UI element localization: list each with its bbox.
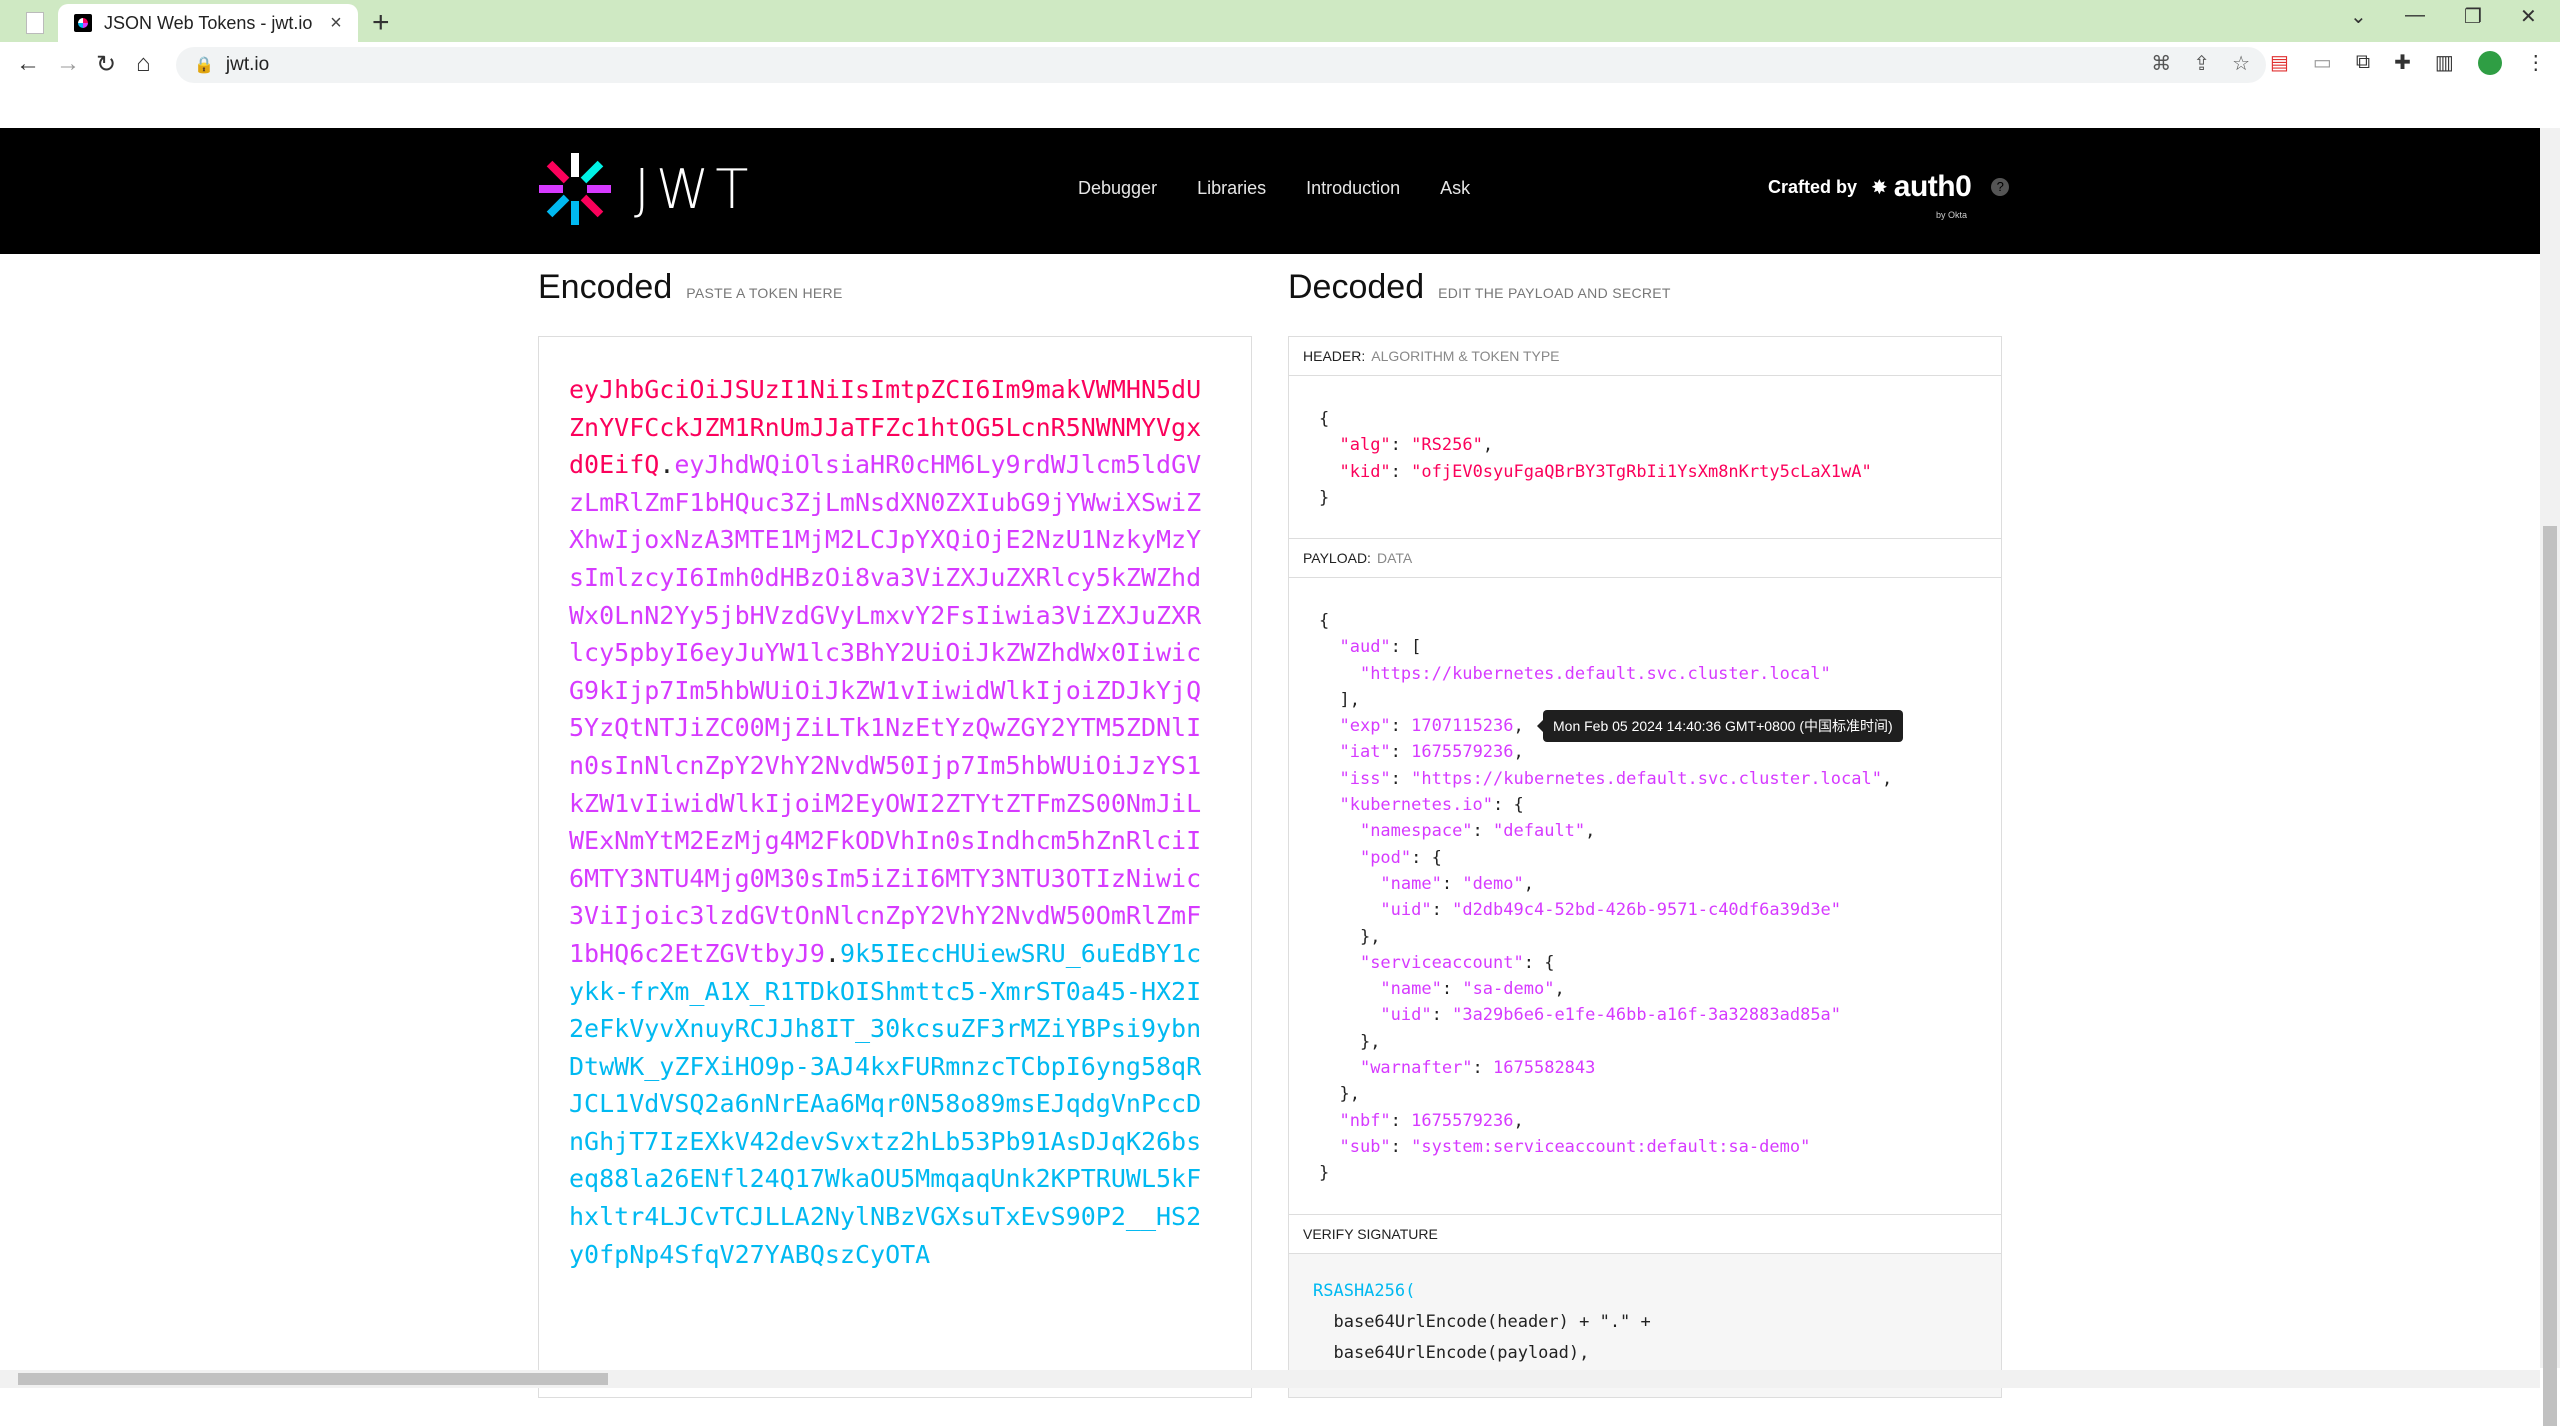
extension-gray-icon[interactable]: ▭ (2313, 50, 2332, 75)
translate-icon[interactable]: ⌘ (2151, 51, 2171, 76)
payload-json-editor[interactable]: { "aud": [ "https://kubernetes.default.s… (1289, 578, 2001, 1215)
back-arrow-icon[interactable]: ← (16, 50, 40, 78)
share-icon[interactable]: ⇪ (2193, 51, 2210, 76)
header-label: HEADER: (1303, 348, 1366, 364)
header-json[interactable]: { "alg": "RS256", "kid": "ofjEV0syuFgaQB… (1319, 406, 1872, 511)
menu-kebab-icon[interactable]: ⋮ (2526, 50, 2546, 75)
extension-icons: ▤ ▭ ⧉ ✚ ▥ ⋮ (2270, 50, 2546, 75)
payload-label: PAYLOAD: (1303, 550, 1371, 566)
browser-toolbar: ← → ↻ ⌂ 🔒 jwt.io ⌘ ⇪ ☆ (0, 42, 2560, 88)
new-tab-button[interactable]: + (372, 6, 390, 40)
decoded-title: Decoded (1288, 268, 1425, 306)
active-tab[interactable]: JSON Web Tokens - jwt.io × (58, 4, 358, 42)
nav-debugger[interactable]: Debugger (1078, 178, 1157, 199)
profile-avatar[interactable] (2477, 50, 2502, 75)
lock-icon[interactable]: 🔒 (194, 55, 214, 75)
vertical-scroll-thumb[interactable] (2543, 526, 2557, 1426)
token-text[interactable]: eyJhbGciOiJSUzI1NiIsImtpZCI6Im9makVWMHN5… (569, 371, 1209, 1273)
horizontal-scrollbar[interactable] (0, 1370, 2540, 1388)
header-section-head: HEADER: ALGORITHM & TOKEN TYPE (1289, 337, 2001, 376)
auth0-shield-icon: ✸ (1871, 176, 1888, 199)
minimize-button[interactable]: — (2405, 4, 2425, 27)
auth0-wordmark: auth0 (1893, 170, 1972, 203)
restore-button[interactable]: ❐ (2464, 4, 2482, 29)
jwt-favicon-icon (74, 14, 92, 32)
bookmark-star-icon[interactable]: ☆ (2232, 51, 2250, 76)
crafted-by-label: Crafted by (1768, 176, 1858, 197)
tab-title: JSON Web Tokens - jwt.io (104, 12, 313, 33)
nav-ask[interactable]: Ask (1440, 178, 1470, 199)
token-payload-part: eyJhdWQiOlsiaHR0cHM6Ly9rdWJlcm5ldGVzLmRl… (569, 450, 1202, 968)
payload-section-head: PAYLOAD: DATA (1289, 539, 2001, 578)
site-nav: Debugger Libraries Introduction Ask (1078, 178, 1470, 199)
site-header: JWT Debugger Libraries Introduction Ask … (0, 128, 2540, 254)
encoded-token-editor[interactable]: eyJhbGciOiJSUzI1NiIsImtpZCI6Im9makVWMHN5… (538, 336, 1252, 1398)
encoded-title: Encoded (538, 268, 673, 306)
page-icon (26, 12, 44, 34)
puzzle-extensions-icon[interactable]: ✚ (2394, 50, 2411, 75)
token-signature-part: 9k5IEccHUiewSRU_6uEdBY1cykk-frXm_A1X_R1T… (569, 938, 1202, 1269)
token-dot: . (824, 938, 840, 968)
crafted-by-auth0[interactable]: Crafted by ✸ auth0 by Okta ? (1768, 170, 2010, 220)
verify-code[interactable]: RSASHA256( base64UrlEncode(header) + "."… (1313, 1276, 1651, 1369)
token-dot: . (659, 450, 675, 480)
extension-badge-icon[interactable]: ⧉ (2356, 51, 2370, 74)
payload-json[interactable]: { "aud": [ "https://kubernetes.default.s… (1319, 608, 1892, 1187)
encoded-heading: Encoded PASTE A TOKEN HERE (538, 268, 843, 307)
address-bar[interactable]: 🔒 jwt.io ⌘ ⇪ ☆ (176, 47, 2266, 83)
pinned-tab[interactable] (14, 6, 56, 40)
payload-sublabel: DATA (1376, 550, 1413, 566)
tab-search-chevron-icon[interactable]: ⌄ (2350, 4, 2367, 29)
browser-tab-strip: JSON Web Tokens - jwt.io × + ⌄ — ❐ ✕ (0, 0, 2560, 42)
nav-libraries[interactable]: Libraries (1197, 178, 1266, 199)
side-panel-icon[interactable]: ▥ (2435, 50, 2454, 75)
close-tab-icon[interactable]: × (322, 12, 350, 35)
encoded-subtitle: PASTE A TOKEN HERE (686, 285, 843, 301)
decoded-panel: HEADER: ALGORITHM & TOKEN TYPE { "alg": … (1288, 336, 2002, 1398)
header-json-editor[interactable]: { "alg": "RS256", "kid": "ofjEV0syuFgaQB… (1289, 376, 2001, 539)
extension-red-icon[interactable]: ▤ (2270, 50, 2289, 75)
home-icon[interactable]: ⌂ (136, 50, 151, 78)
help-icon[interactable]: ? (1991, 178, 2010, 196)
vertical-scrollbar[interactable] (2540, 128, 2560, 1426)
verify-section-head: VERIFY SIGNATURE (1289, 1215, 2001, 1254)
nav-introduction[interactable]: Introduction (1306, 178, 1400, 199)
logo-wordmark: JWT (634, 157, 755, 221)
jwt-logo[interactable]: JWT (538, 152, 754, 226)
forward-arrow-icon[interactable]: → (56, 50, 80, 78)
verify-label: VERIFY SIGNATURE (1303, 1226, 1438, 1242)
url-text[interactable]: jwt.io (226, 54, 269, 76)
decoded-heading: Decoded EDIT THE PAYLOAD AND SECRET (1288, 268, 1671, 307)
header-sublabel: ALGORITHM & TOKEN TYPE (1371, 348, 1560, 364)
exp-date-tooltip: Mon Feb 05 2024 14:40:36 GMT+0800 (中国标准时… (1537, 710, 1903, 742)
horizontal-scroll-thumb[interactable] (18, 1373, 608, 1385)
by-okta-label: by Okta (1936, 210, 1968, 220)
jwt-logo-icon (539, 153, 611, 225)
reload-icon[interactable]: ↻ (96, 50, 116, 79)
decoded-subtitle: EDIT THE PAYLOAD AND SECRET (1438, 285, 1671, 301)
close-window-button[interactable]: ✕ (2520, 4, 2537, 29)
